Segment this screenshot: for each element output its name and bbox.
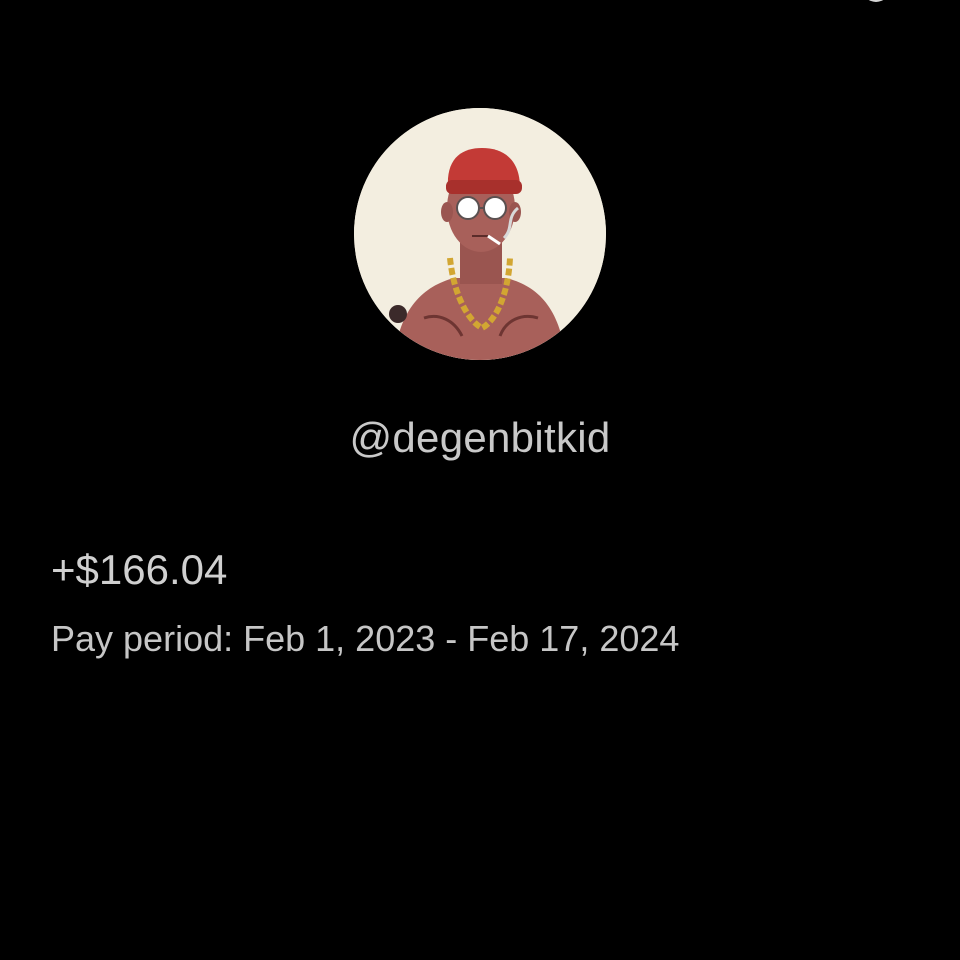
avatar[interactable] (354, 108, 606, 360)
username-handle: @degenbitkid (349, 414, 611, 461)
cartoon-avatar-icon (354, 108, 606, 360)
top-right-partial-icon (862, 0, 890, 2)
pay-period: Pay period: Feb 1, 2023 - Feb 17, 2024 (51, 618, 680, 659)
payout-amount: +$166.04 (51, 546, 228, 593)
